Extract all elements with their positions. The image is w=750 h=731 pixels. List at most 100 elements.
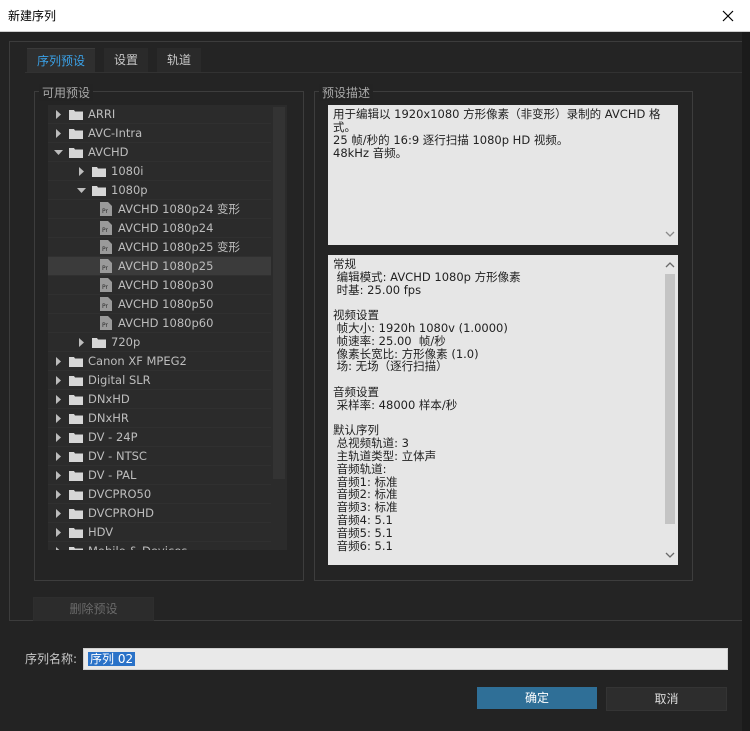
tree-folder-row[interactable]: DV - 24P [48,428,276,447]
close-icon [722,10,733,21]
tree-folder-row[interactable]: AVCHD [48,143,276,162]
details-scrollbar-thumb[interactable] [665,274,675,524]
tree-folder-row[interactable]: DVCPROHD [48,504,276,523]
expand-right-icon[interactable] [76,337,86,347]
tree-folder-row[interactable]: DV - NTSC [48,447,276,466]
tree-scrollbar[interactable] [271,105,287,550]
tree-item-label: ARRI [88,107,116,121]
tree-item-label: AVCHD 1080p60 [118,316,214,330]
expand-right-icon[interactable] [53,470,63,480]
expand-right-icon[interactable] [53,432,63,442]
folder-icon [69,432,83,443]
tree-folder-row[interactable]: Digital SLR [48,371,276,390]
tree-folder-row[interactable]: 1080i [48,162,287,181]
expand-right-icon[interactable] [53,413,63,423]
expand-right-icon[interactable] [53,508,63,518]
folder-icon [69,109,83,120]
tree-folder-row[interactable]: DNxHD [48,390,276,409]
expand-right-icon[interactable] [53,546,63,550]
tree-folder-row[interactable]: 720p [48,333,287,352]
expand-right-icon[interactable] [53,527,63,537]
scroll-down-icon[interactable] [665,550,675,560]
tree-folder-row[interactable]: Canon XF MPEG2 [48,352,276,371]
tab-label: 设置 [114,53,139,67]
tree-folder-row[interactable]: DVCPRO50 [48,485,276,504]
folder-icon [69,470,83,481]
expand-right-icon[interactable] [76,166,86,176]
folder-icon [69,375,83,386]
preset-description-label: 预设描述 [319,84,374,101]
tree-item-label: AVCHD 1080p25 [118,259,214,273]
tab-settings[interactable]: 设置 [104,48,149,72]
tree-item-label: 720p [111,335,141,349]
tree-folder-row[interactable]: AVC-Intra [48,124,276,143]
tree-item-label: Digital SLR [88,373,151,387]
tree-item-label: AVC-Intra [88,126,143,140]
tree-item-label: AVCHD [88,145,129,159]
tab-tracks[interactable]: 轨道 [157,48,202,72]
tree-item-label: 1080p [111,183,148,197]
tree-folder-row[interactable]: DV - PAL [48,466,276,485]
tab-divider [25,72,742,73]
sequence-name-label: 序列名称: [25,652,78,666]
tree-item-label: DV - PAL [88,468,137,482]
scroll-down-icon[interactable] [665,229,675,239]
tab-label: 序列预设 [37,54,86,68]
expand-right-icon[interactable] [53,109,63,119]
window-edge [742,32,750,731]
expand-right-icon[interactable] [53,451,63,461]
tree-folder-row[interactable]: DNxHR [48,409,276,428]
folder-icon [69,527,83,538]
folder-icon [69,356,83,367]
tree-item-label: AVCHD 1080p24 [118,221,214,235]
tree-preset-row[interactable]: Pr AVCHD 1080p30 [48,276,287,295]
svg-text:Pr: Pr [102,284,109,291]
tree-folder-row[interactable]: 1080p [48,181,287,200]
tree-preset-row[interactable]: Pr AVCHD 1080p60 [48,314,287,333]
tree-item-label: DNxHR [88,411,129,425]
sequence-name-input[interactable]: 序列 02 [83,648,728,670]
expand-right-icon[interactable] [53,128,63,138]
tree-folder-row[interactable]: Mobile & Devices [48,542,276,550]
preset-tree[interactable]: ARRI AVC-Intra AVCHD 1080i 1080p Pr AVCHD 1080… [48,105,287,550]
svg-text:Pr: Pr [102,227,109,234]
ok-button[interactable]: 确定 [477,687,597,709]
tree-preset-row[interactable]: Pr AVCHD 1080p50 [48,295,287,314]
scroll-up-icon[interactable] [665,260,675,270]
tree-preset-row[interactable]: Pr AVCHD 1080p24 [48,219,287,238]
cancel-button[interactable]: 取消 [606,687,727,711]
expand-down-icon[interactable] [53,147,63,157]
tree-item-label: Canon XF MPEG2 [88,354,187,368]
tab-sequence-presets[interactable]: 序列预设 [27,48,96,73]
svg-text:Pr: Pr [102,246,109,253]
tree-item-label: DV - 24P [88,430,138,444]
tree-item-label: AVCHD 1080p25 变形 [118,240,241,254]
tree-preset-row[interactable]: Pr AVCHD 1080p25 [48,257,287,276]
tree-item-label: DNxHD [88,392,130,406]
tree-preset-row[interactable]: Pr AVCHD 1080p24 变形 [48,200,287,219]
tree-item-label: DVCPROHD [88,506,155,520]
premiere-preset-icon: Pr [100,259,112,273]
expand-right-icon[interactable] [53,375,63,385]
folder-icon [92,337,106,348]
folder-icon [69,128,83,139]
tree-folder-row[interactable]: ARRI [48,105,276,124]
expand-right-icon[interactable] [53,489,63,499]
folder-icon [69,546,83,550]
svg-text:Pr: Pr [102,322,109,329]
tree-preset-row[interactable]: Pr AVCHD 1080p25 变形 [48,238,287,257]
tree-folder-row[interactable]: HDV [48,523,276,542]
details-scrollbar[interactable] [662,255,678,565]
folder-icon [92,185,106,196]
close-button[interactable] [705,0,750,31]
svg-text:Pr: Pr [102,303,109,310]
delete-preset-button[interactable]: 删除预设 [33,597,154,621]
expand-right-icon[interactable] [53,356,63,366]
expand-right-icon[interactable] [53,394,63,404]
expand-down-icon[interactable] [76,185,86,195]
tree-item-label: Mobile & Devices [88,544,187,550]
tree-item-label: DVCPRO50 [88,487,152,501]
tree-item-label: AVCHD 1080p24 变形 [118,202,241,216]
tree-scrollbar-thumb[interactable] [273,107,285,479]
description-scrollbar[interactable] [662,105,678,245]
